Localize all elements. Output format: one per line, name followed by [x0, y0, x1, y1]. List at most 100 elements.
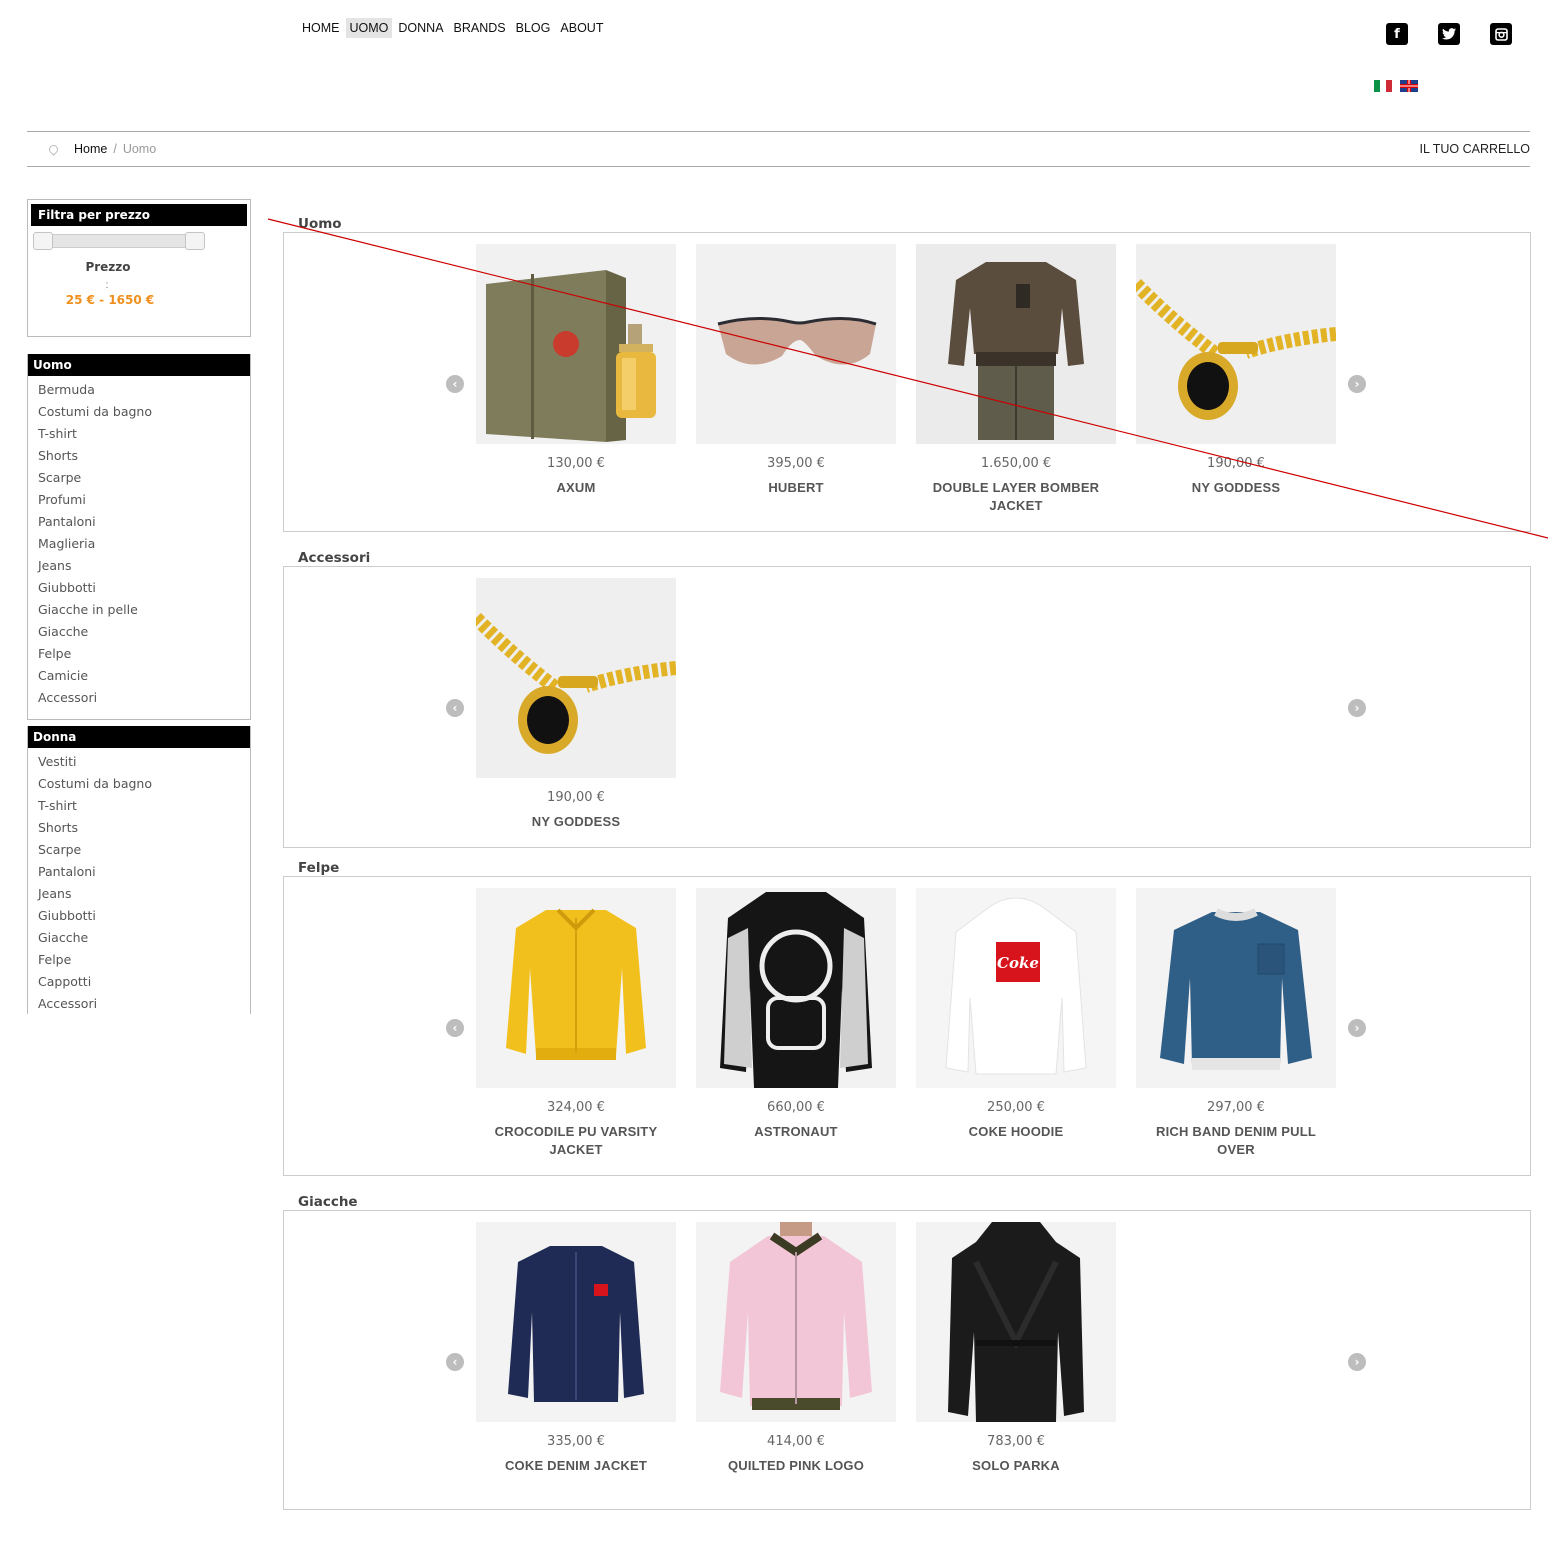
- product-name[interactable]: HUBERT: [696, 479, 896, 497]
- product-image[interactable]: [476, 888, 676, 1088]
- product-name[interactable]: COKE HOODIE: [916, 1123, 1116, 1141]
- product-image[interactable]: [696, 888, 896, 1088]
- carousel-next-button[interactable]: ›: [1348, 699, 1366, 717]
- price-label: Prezzo: [85, 260, 131, 274]
- main-nav: HOME UOMO DONNA BRANDS BLOG ABOUT: [298, 18, 607, 38]
- nav-donna[interactable]: DONNA: [394, 18, 447, 38]
- section-title-accessori: Accessori: [298, 550, 371, 566]
- price-range-value: 25 € - 1650 €: [65, 293, 155, 307]
- price-slider-min-handle[interactable]: [33, 232, 53, 250]
- price-slider[interactable]: [33, 232, 205, 250]
- product-image[interactable]: [696, 244, 896, 444]
- product-name[interactable]: COKE DENIM JACKET: [476, 1457, 676, 1475]
- product-name[interactable]: SOLO PARKA: [916, 1457, 1116, 1475]
- donna-category-item[interactable]: Vestiti: [38, 751, 250, 773]
- product-name[interactable]: RICH BAND DENIM PULL OVER: [1136, 1123, 1336, 1159]
- donna-category-item[interactable]: Giacche: [38, 927, 250, 949]
- product-name[interactable]: QUILTED PINK LOGO: [696, 1457, 896, 1475]
- product-name[interactable]: NY GODDESS: [1136, 479, 1336, 497]
- product-image[interactable]: [476, 578, 676, 778]
- donna-category-item[interactable]: Cappotti: [38, 971, 250, 993]
- uomo-category-item[interactable]: Giacche: [38, 621, 250, 643]
- product-image[interactable]: [1136, 888, 1336, 1088]
- donna-category-item[interactable]: Giubbotti: [38, 905, 250, 927]
- uomo-category-item[interactable]: Profumi: [38, 489, 250, 511]
- uomo-category-item[interactable]: Pantaloni: [38, 511, 250, 533]
- carousel-prev-button[interactable]: ‹: [446, 375, 464, 393]
- carousel-next-button[interactable]: ›: [1348, 1019, 1366, 1037]
- product-price: 250,00 €: [987, 1100, 1045, 1115]
- carousel-prev-button[interactable]: ‹: [446, 1353, 464, 1371]
- carousel-prev-button[interactable]: ‹: [446, 699, 464, 717]
- product-image[interactable]: [476, 1222, 676, 1422]
- italian-flag-icon[interactable]: [1374, 80, 1392, 92]
- product-card[interactable]: 783,00 € SOLO PARKA: [916, 1222, 1116, 1475]
- product-carousel-giacche: ‹ › 335,00 € COKE DENIM JACKET 414,00 € …: [283, 1210, 1531, 1510]
- product-name[interactable]: DOUBLE LAYER BOMBER JACKET: [916, 479, 1116, 515]
- product-name[interactable]: CROCODILE PU VARSITY JACKET: [476, 1123, 676, 1159]
- product-image[interactable]: [476, 244, 676, 444]
- nav-blog[interactable]: BLOG: [512, 18, 555, 38]
- donna-category-item[interactable]: Accessori: [38, 993, 250, 1015]
- nav-uomo[interactable]: UOMO: [345, 18, 393, 38]
- donna-category-item[interactable]: T-shirt: [38, 795, 250, 817]
- carousel-next-button[interactable]: ›: [1348, 1353, 1366, 1371]
- uomo-category-item[interactable]: Scarpe: [38, 467, 250, 489]
- product-image[interactable]: Coke: [916, 888, 1116, 1088]
- product-card[interactable]: 1.650,00 € DOUBLE LAYER BOMBER JACKET: [916, 244, 1116, 515]
- product-card[interactable]: 335,00 € COKE DENIM JACKET: [476, 1222, 676, 1475]
- product-card[interactable]: Coke 250,00 € COKE HOODIE: [916, 888, 1116, 1141]
- uomo-category-item[interactable]: Shorts: [38, 445, 250, 467]
- product-image[interactable]: [916, 244, 1116, 444]
- product-card[interactable]: 324,00 € CROCODILE PU VARSITY JACKET: [476, 888, 676, 1159]
- product-card[interactable]: 297,00 € RICH BAND DENIM PULL OVER: [1136, 888, 1336, 1159]
- product-name[interactable]: ASTRONAUT: [696, 1123, 896, 1141]
- instagram-icon[interactable]: [1490, 23, 1512, 45]
- product-card[interactable]: 395,00 € HUBERT: [696, 244, 896, 497]
- donna-category-item[interactable]: Scarpe: [38, 839, 250, 861]
- nav-about[interactable]: ABOUT: [556, 18, 607, 38]
- donna-category-item[interactable]: Costumi da bagno: [38, 773, 250, 795]
- product-image[interactable]: [916, 1222, 1116, 1422]
- product-price: 297,00 €: [1207, 1100, 1265, 1115]
- breadcrumb-home[interactable]: Home: [74, 142, 107, 156]
- uomo-category-item[interactable]: Accessori: [38, 687, 250, 709]
- product-price: 130,00 €: [547, 456, 605, 471]
- price-filter: Filtra per prezzo Prezzo : 25 € - 1650 €: [27, 199, 251, 337]
- product-name[interactable]: NY GODDESS: [476, 813, 676, 831]
- donna-category-item[interactable]: Felpe: [38, 949, 250, 971]
- english-flag-icon[interactable]: [1400, 80, 1418, 92]
- uomo-category-item[interactable]: T-shirt: [38, 423, 250, 445]
- product-image[interactable]: [696, 1222, 896, 1422]
- section-title-felpe: Felpe: [298, 860, 340, 876]
- donna-category-item[interactable]: Jeans: [38, 883, 250, 905]
- uomo-category-item[interactable]: Costumi da bagno: [38, 401, 250, 423]
- donna-category-item[interactable]: Pantaloni: [38, 861, 250, 883]
- cart-link[interactable]: IL TUO CARRELLO: [1420, 142, 1530, 156]
- product-card[interactable]: 190,00 € NY GODDESS: [1136, 244, 1336, 497]
- product-name[interactable]: AXUM: [476, 479, 676, 497]
- uomo-category-item[interactable]: Camicie: [38, 665, 250, 687]
- price-slider-max-handle[interactable]: [185, 232, 205, 250]
- uomo-category-item[interactable]: Maglieria: [38, 533, 250, 555]
- uomo-category-item[interactable]: Jeans: [38, 555, 250, 577]
- donna-category-item[interactable]: Shorts: [38, 817, 250, 839]
- facebook-icon[interactable]: f: [1386, 23, 1408, 45]
- product-image[interactable]: [1136, 244, 1336, 444]
- uomo-category-menu: Uomo Bermuda Costumi da bagno T-shirt Sh…: [27, 354, 251, 720]
- uomo-category-item[interactable]: Felpe: [38, 643, 250, 665]
- carousel-next-button[interactable]: ›: [1348, 375, 1366, 393]
- uomo-category-item[interactable]: Giubbotti: [38, 577, 250, 599]
- nav-brands[interactable]: BRANDS: [450, 18, 510, 38]
- uomo-category-item[interactable]: Giacche in pelle: [38, 599, 250, 621]
- language-selector: [1374, 80, 1418, 92]
- product-card[interactable]: 130,00 € AXUM: [476, 244, 676, 497]
- nav-home[interactable]: HOME: [298, 18, 344, 38]
- product-card[interactable]: 660,00 € ASTRONAUT: [696, 888, 896, 1141]
- uomo-category-item[interactable]: Bermuda: [38, 379, 250, 401]
- product-card[interactable]: 414,00 € QUILTED PINK LOGO: [696, 1222, 896, 1475]
- carousel-prev-button[interactable]: ‹: [446, 1019, 464, 1037]
- twitter-icon[interactable]: [1438, 23, 1460, 45]
- social-links: f: [1386, 23, 1512, 45]
- product-card[interactable]: 190,00 € NY GODDESS: [476, 578, 676, 831]
